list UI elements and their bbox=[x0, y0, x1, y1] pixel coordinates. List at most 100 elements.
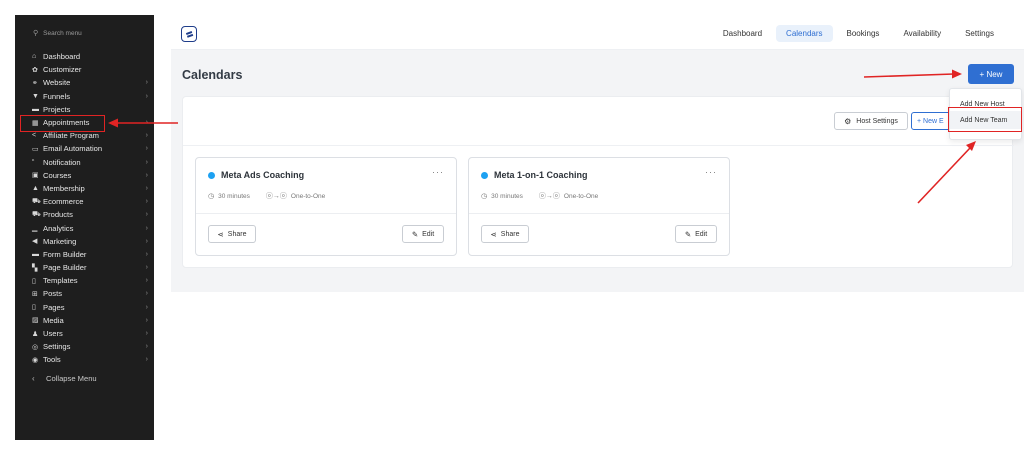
new-calendar-button[interactable]: + New E bbox=[911, 112, 951, 130]
sidebar-item-label: Membership bbox=[43, 183, 85, 193]
tab-availability[interactable]: Availability bbox=[893, 25, 951, 42]
edit-button[interactable]: ✎ Edit bbox=[402, 225, 444, 243]
sidebar-item-tools[interactable]: ◉ Tools › bbox=[32, 353, 148, 366]
sidebar-item-dashboard[interactable]: ⌂ Dashboard bbox=[32, 50, 140, 63]
home-icon: ⌂ bbox=[32, 53, 37, 61]
megaphone-icon: ◀ bbox=[32, 238, 38, 246]
sidebar-item-courses[interactable]: ▣ Courses › bbox=[32, 169, 148, 182]
sidebar-item-posts[interactable]: ⊞ Posts › bbox=[32, 287, 148, 300]
sidebar-item-ecommerce[interactable]: ⛟ Ecommerce › bbox=[32, 195, 148, 208]
status-dot bbox=[481, 172, 488, 179]
new-button[interactable]: + New bbox=[968, 64, 1014, 84]
chevron-right-icon: › bbox=[145, 250, 148, 258]
sidebar-item-label: Website bbox=[43, 78, 71, 88]
sidebar-item-products[interactable]: ⛟ Products › bbox=[32, 208, 148, 221]
sidebar-item-label: Projects bbox=[43, 104, 71, 114]
top-navigation-bar: Dashboard Calendars Bookings Availability Se… bbox=[171, 18, 1024, 50]
sidebar-item-projects[interactable]: ▬ Projects bbox=[32, 103, 140, 116]
app-logo-icon[interactable] bbox=[181, 26, 197, 42]
more-options-icon[interactable]: ··· bbox=[705, 167, 717, 177]
chevron-right-icon: › bbox=[145, 343, 148, 351]
gear-icon: ⚙ bbox=[844, 116, 852, 126]
sidebar-item-settings[interactable]: ◎ Settings › bbox=[32, 340, 148, 353]
sidebar-item-label: Affiliate Program bbox=[43, 131, 99, 141]
mail-icon: ▭ bbox=[32, 145, 39, 153]
sidebar-item-notification[interactable]: “ Notification › bbox=[32, 156, 148, 169]
sidebar-item-funnels[interactable]: ▼ Funnels › bbox=[32, 90, 148, 103]
page-icon: ▚ bbox=[32, 264, 38, 272]
quote-icon: “ bbox=[32, 158, 35, 166]
sidebar-item-pages[interactable]: ▯ Pages › bbox=[32, 301, 148, 314]
chevron-right-icon: › bbox=[145, 264, 148, 272]
user-to-user-icon: ⓞ→ⓞ bbox=[265, 193, 287, 200]
tab-settings[interactable]: Settings bbox=[955, 25, 1004, 42]
card-divider bbox=[196, 213, 456, 214]
sidebar-item-label: Analytics bbox=[43, 223, 74, 233]
calendar-meta: ◷ 30 minutes ⓞ→ⓞ One-to-One bbox=[481, 191, 598, 201]
sidebar-item-media[interactable]: ▨ Media › bbox=[32, 314, 148, 327]
chevron-right-icon: › bbox=[145, 330, 148, 338]
calendar-meta: ◷ 30 minutes ⓞ→ⓞ One-to-One bbox=[208, 191, 325, 201]
cart-icon: ⛟ bbox=[32, 211, 41, 219]
share-button[interactable]: ⋖ Share bbox=[208, 225, 256, 243]
share-icon: < bbox=[32, 132, 37, 140]
chart-icon: ▁ bbox=[32, 225, 38, 233]
users-icon: ♟ bbox=[32, 330, 39, 338]
status-dot bbox=[208, 172, 215, 179]
calendar-duration: 30 minutes bbox=[491, 192, 523, 200]
share-label: Share bbox=[227, 230, 247, 238]
document-icon: ▯ bbox=[32, 277, 36, 285]
clock-icon: ◷ bbox=[208, 193, 215, 200]
add-new-team-highlight-box bbox=[948, 107, 1022, 132]
chevron-right-icon: › bbox=[145, 198, 148, 206]
chevron-right-icon: › bbox=[145, 237, 148, 245]
collapse-menu-button[interactable]: ‹ Collapse Menu bbox=[32, 374, 97, 383]
sidebar-item-analytics[interactable]: ▁ Analytics › bbox=[32, 221, 148, 234]
tab-dashboard[interactable]: Dashboard bbox=[713, 25, 772, 42]
sidebar-item-users[interactable]: ♟ Users › bbox=[32, 327, 148, 340]
tab-bookings[interactable]: Bookings bbox=[837, 25, 890, 42]
chevron-right-icon: › bbox=[145, 211, 148, 219]
share-button[interactable]: ⋖ Share bbox=[481, 225, 529, 243]
user-to-user-icon: ⓞ→ⓞ bbox=[538, 193, 560, 200]
sidebar-item-marketing[interactable]: ◀ Marketing › bbox=[32, 235, 148, 248]
chevron-right-icon: › bbox=[145, 224, 148, 232]
settings-icon: ◎ bbox=[32, 343, 39, 351]
sidebar-item-label: Users bbox=[43, 329, 63, 339]
edit-label: Edit bbox=[422, 230, 435, 238]
calendar-name[interactable]: Meta 1-on-1 Coaching bbox=[494, 170, 588, 180]
panel-divider bbox=[183, 145, 1014, 146]
calendar-type: One-to-One bbox=[563, 192, 599, 200]
edit-button[interactable]: ✎ Edit bbox=[675, 225, 717, 243]
sidebar-item-membership[interactable]: ▲ Membership › bbox=[32, 182, 148, 195]
sidebar-item-form-builder[interactable]: ▬ Form Builder › bbox=[32, 248, 148, 261]
sidebar-item-website[interactable]: ⚭ Website › bbox=[32, 76, 148, 89]
tab-calendars[interactable]: Calendars bbox=[776, 25, 833, 42]
sidebar-item-page-builder[interactable]: ▚ Page Builder › bbox=[32, 261, 148, 274]
chevron-right-icon: › bbox=[145, 158, 148, 166]
gear-icon: ✿ bbox=[32, 66, 38, 74]
sidebar-item-templates[interactable]: ▯ Templates › bbox=[32, 274, 148, 287]
main-content: Calendars + New ⚙ Host Settings + New E … bbox=[171, 50, 1024, 292]
link-icon: ⚭ bbox=[32, 79, 38, 87]
admin-sidebar: ⚲ Search menu ⌂ Dashboard ✿ Customizer ⚭ Webs… bbox=[15, 15, 154, 440]
host-settings-button[interactable]: ⚙ Host Settings bbox=[834, 112, 908, 130]
sidebar-search[interactable]: ⚲ Search menu bbox=[33, 29, 82, 38]
chevron-right-icon: › bbox=[145, 119, 148, 127]
calendar-type: One-to-One bbox=[290, 192, 326, 200]
sidebar-item-label: Tools bbox=[43, 355, 61, 365]
calendar-name[interactable]: Meta Ads Coaching bbox=[221, 170, 304, 180]
top-tabs: Dashboard Calendars Bookings Availability Se… bbox=[713, 25, 1004, 42]
sidebar-item-label: Dashboard bbox=[43, 52, 81, 62]
calendar-duration: 30 minutes bbox=[218, 192, 250, 200]
more-options-icon[interactable]: ··· bbox=[432, 167, 444, 177]
sidebar-item-email-automation[interactable]: ▭ Email Automation › bbox=[32, 142, 148, 155]
sidebar-item-label: Pages bbox=[43, 302, 65, 312]
chevron-right-icon: › bbox=[145, 277, 148, 285]
page-title: Calendars bbox=[182, 68, 243, 82]
host-settings-label: Host Settings bbox=[856, 117, 898, 125]
sidebar-item-label: Courses bbox=[43, 170, 72, 180]
cart-icon: ⛟ bbox=[32, 198, 41, 206]
sidebar-item-customizer[interactable]: ✿ Customizer bbox=[32, 63, 140, 76]
chevron-right-icon: › bbox=[145, 316, 148, 324]
